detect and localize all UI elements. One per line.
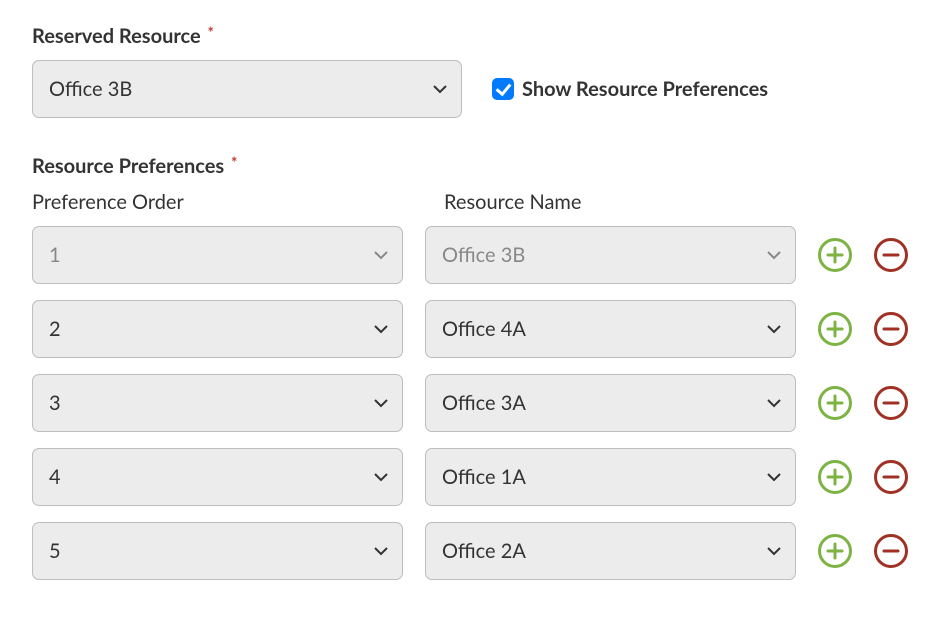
reserved-resource-value: Office 3B: [49, 77, 132, 101]
preference-row: 1 Office 3B: [32, 226, 908, 284]
resource-preferences-label: Resource Preferences *: [32, 154, 908, 178]
remove-row-button[interactable]: [874, 386, 908, 420]
show-preferences-label[interactable]: Show Resource Preferences: [522, 77, 768, 101]
preference-order-select[interactable]: 5: [32, 522, 403, 580]
chevron-down-icon: [767, 250, 781, 260]
preference-order-value: 3: [49, 391, 61, 415]
preference-order-value: 5: [49, 539, 61, 563]
resource-name-header: Resource Name: [444, 190, 834, 214]
minus-icon: [882, 542, 900, 560]
resource-name-select[interactable]: Office 1A: [425, 448, 796, 506]
remove-row-button[interactable]: [874, 534, 908, 568]
reserved-resource-label: Reserved Resource *: [32, 24, 908, 48]
resource-name-value: Office 1A: [442, 465, 526, 489]
preference-row: 4 Office 1A: [32, 448, 908, 506]
plus-icon: [826, 394, 844, 412]
remove-row-button[interactable]: [874, 238, 908, 272]
minus-icon: [882, 320, 900, 338]
preference-row: 2 Office 4A: [32, 300, 908, 358]
chevron-down-icon: [374, 398, 388, 408]
chevron-down-icon: [767, 472, 781, 482]
plus-icon: [826, 542, 844, 560]
add-row-button[interactable]: [818, 386, 852, 420]
reserved-resource-select[interactable]: Office 3B: [32, 60, 462, 118]
preference-order-value: 2: [49, 317, 61, 341]
preference-order-select[interactable]: 3: [32, 374, 403, 432]
resource-name-value: Office 3B: [442, 243, 525, 267]
resource-name-value: Office 2A: [442, 539, 526, 563]
minus-icon: [882, 468, 900, 486]
plus-icon: [826, 468, 844, 486]
chevron-down-icon: [767, 546, 781, 556]
minus-icon: [882, 246, 900, 264]
resource-name-select[interactable]: Office 3A: [425, 374, 796, 432]
minus-icon: [882, 394, 900, 412]
preference-order-header: Preference Order: [32, 190, 422, 214]
chevron-down-icon: [433, 84, 447, 94]
required-asterisk: *: [208, 24, 214, 42]
preference-order-value: 1: [49, 243, 61, 267]
resource-name-select: Office 3B: [425, 226, 796, 284]
chevron-down-icon: [767, 398, 781, 408]
show-preferences-checkbox[interactable]: [492, 78, 514, 100]
resource-name-value: Office 4A: [442, 317, 526, 341]
plus-icon: [826, 320, 844, 338]
preference-order-select: 1: [32, 226, 403, 284]
required-asterisk: *: [231, 154, 237, 172]
plus-icon: [826, 246, 844, 264]
add-row-button[interactable]: [818, 238, 852, 272]
resource-name-select[interactable]: Office 2A: [425, 522, 796, 580]
preference-order-value: 4: [49, 465, 61, 489]
add-row-button[interactable]: [818, 312, 852, 346]
chevron-down-icon: [374, 250, 388, 260]
remove-row-button[interactable]: [874, 460, 908, 494]
chevron-down-icon: [767, 324, 781, 334]
preference-order-select[interactable]: 4: [32, 448, 403, 506]
chevron-down-icon: [374, 324, 388, 334]
preference-order-select[interactable]: 2: [32, 300, 403, 358]
chevron-down-icon: [374, 472, 388, 482]
add-row-button[interactable]: [818, 534, 852, 568]
remove-row-button[interactable]: [874, 312, 908, 346]
add-row-button[interactable]: [818, 460, 852, 494]
preference-row: 3 Office 3A: [32, 374, 908, 432]
chevron-down-icon: [374, 546, 388, 556]
resource-name-select[interactable]: Office 4A: [425, 300, 796, 358]
resource-name-value: Office 3A: [442, 391, 526, 415]
preference-row: 5 Office 2A: [32, 522, 908, 580]
